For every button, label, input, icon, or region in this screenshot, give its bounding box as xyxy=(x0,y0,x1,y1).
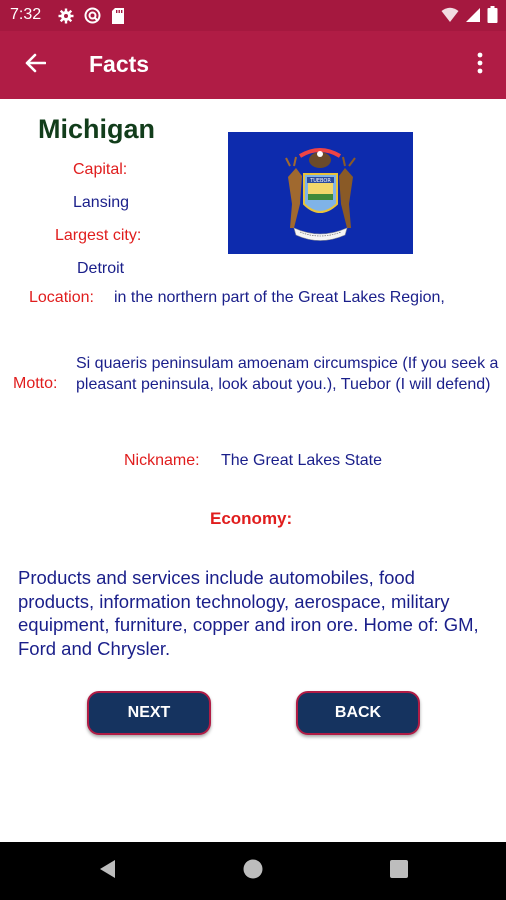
wifi-icon xyxy=(441,7,459,28)
nav-back-button[interactable] xyxy=(94,858,120,884)
navigation-bar xyxy=(0,842,506,900)
economy-label: Economy: xyxy=(210,509,293,528)
battery-icon xyxy=(487,6,498,28)
state-flag-image: TUEBOR xyxy=(228,132,413,254)
back-arrow-button[interactable] xyxy=(18,48,52,82)
nav-recents-icon xyxy=(389,859,409,884)
page-title: Facts xyxy=(89,51,150,77)
status-icons-left xyxy=(58,7,125,29)
back-button[interactable]: BACK xyxy=(296,691,420,735)
arrow-back-icon xyxy=(24,52,47,79)
largest-city-value: Detroit xyxy=(77,260,125,277)
flag-motto-text: TUEBOR xyxy=(309,178,331,184)
status-icons-right xyxy=(441,6,498,28)
motto-value: Si quaeris peninsulam amoenam circumspic… xyxy=(76,355,499,393)
capital-label: Capital: xyxy=(73,161,128,178)
location-label: Location: xyxy=(29,289,94,306)
nickname-label: Nickname: xyxy=(124,452,200,469)
largest-city-label: Largest city: xyxy=(55,227,142,244)
economy-text: Products and services include automobile… xyxy=(18,567,479,659)
app-bar: Facts xyxy=(0,31,506,99)
nav-recents-button[interactable] xyxy=(386,858,412,884)
nickname-value: The Great Lakes State xyxy=(221,452,382,469)
sd-card-icon xyxy=(111,7,125,29)
location-value: in the northern part of the Great Lakes … xyxy=(114,289,445,306)
state-name: Michigan xyxy=(38,114,156,144)
capital-value: Lansing xyxy=(73,194,130,211)
signal-icon xyxy=(465,7,481,28)
settings-icon xyxy=(58,8,74,29)
status-time: 7:32 xyxy=(10,6,42,23)
vpn-key-icon xyxy=(84,7,101,29)
nav-back-icon xyxy=(97,858,117,885)
status-bar: 7:32 xyxy=(0,0,506,31)
next-button[interactable]: NEXT xyxy=(87,691,211,735)
overflow-menu-button[interactable] xyxy=(468,49,492,81)
nav-home-button[interactable] xyxy=(240,858,266,884)
motto-label: Motto: xyxy=(13,375,58,392)
more-vert-icon xyxy=(477,52,483,79)
nav-home-icon xyxy=(242,858,264,885)
